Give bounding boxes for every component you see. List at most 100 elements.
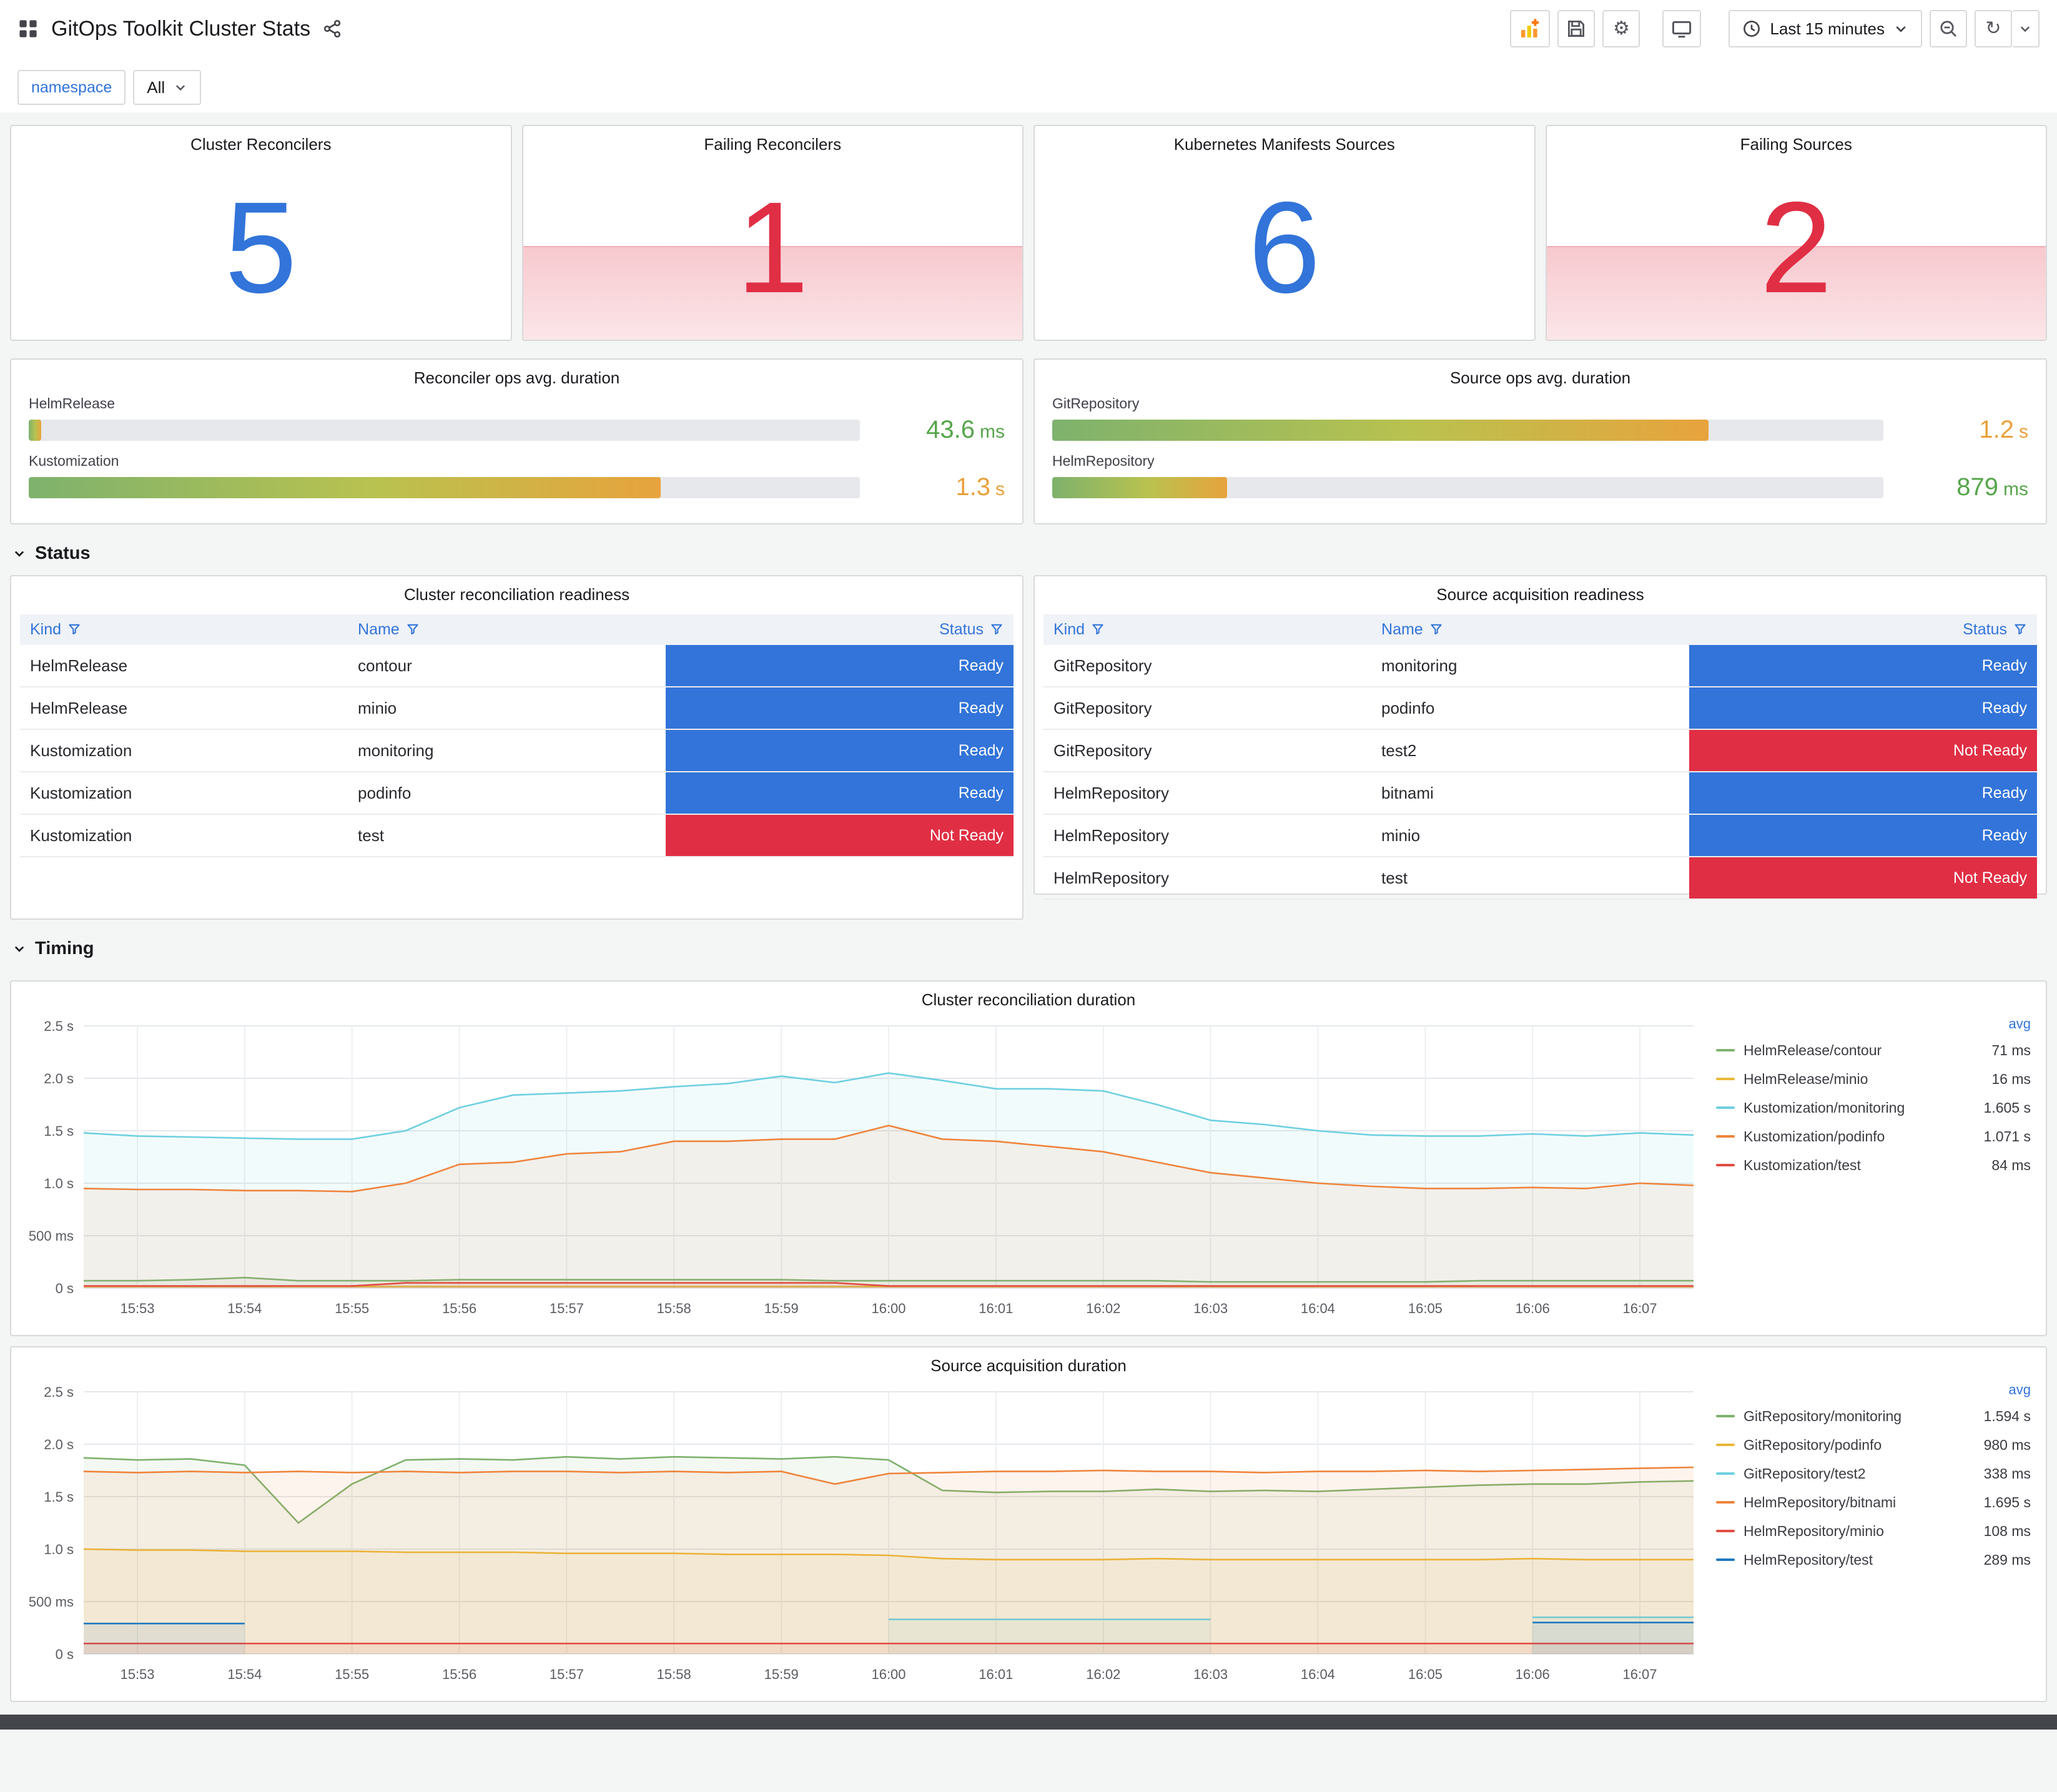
cell-kind: HelmRepository <box>1043 814 1372 857</box>
panel-title[interactable]: Cluster reconciliation duration <box>11 982 2046 1013</box>
legend-series-name[interactable]: HelmRelease/minio <box>1744 1071 1868 1088</box>
section-header-timing[interactable]: Timing <box>10 920 2047 970</box>
y-axis-label: 1.0 s <box>44 1542 74 1557</box>
panel-cluster-reconciliation-duration: Cluster reconciliation duration 0 s 500 m… <box>10 980 2047 1336</box>
panel-source-acquisition-duration: Source acquisition duration 0 s 500 ms 1.0… <box>10 1346 2047 1702</box>
status-badge: Ready <box>1689 772 2037 814</box>
x-axis-label: 15:59 <box>764 1301 799 1316</box>
legend-series-name[interactable]: HelmRepository/minio <box>1744 1523 1884 1540</box>
column-header-kind[interactable]: Kind <box>1043 614 1372 645</box>
panel-title[interactable]: Failing Sources <box>1547 126 2046 158</box>
cell-name: test <box>1371 857 1690 900</box>
stat-panel-failing-sources: Failing Sources 2 <box>1545 125 2047 341</box>
legend-series-name[interactable]: GitRepository/podinfo <box>1744 1437 1882 1454</box>
add-panel-button[interactable] <box>1510 10 1551 47</box>
time-range-picker[interactable]: Last 15 minutes <box>1729 10 1922 47</box>
time-series-plot[interactable]: 0 s 500 ms 1.0 s 1.5 s 2.0 s 2.5 s 15:53 15:54 1… <box>11 1013 1711 1323</box>
bar-gauge-row: HelmRelease 43.6 ms <box>29 395 1005 444</box>
x-axis-label: 15:58 <box>657 1301 691 1316</box>
x-axis-label: 16:03 <box>1193 1301 1228 1316</box>
cell-kind: Kustomization <box>20 814 348 857</box>
panel-title[interactable]: Kubernetes Manifests Sources <box>1035 126 1534 158</box>
legend-series-name[interactable]: Kustomization/monitoring <box>1744 1100 1905 1116</box>
column-header-kind[interactable]: Kind <box>20 614 348 645</box>
x-axis-label: 16:00 <box>871 1666 905 1682</box>
x-axis-label: 15:56 <box>442 1666 476 1682</box>
panel-title[interactable]: Cluster reconciliation readiness <box>11 576 1022 608</box>
cell-name: contour <box>348 645 666 687</box>
caret-down-icon <box>1893 21 1908 36</box>
share-icon[interactable] <box>323 19 342 38</box>
caret-down-icon <box>2020 26 2030 32</box>
legend-series-name[interactable]: GitRepository/test2 <box>1744 1465 1866 1482</box>
legend-row: HelmRepository/minio 108 ms <box>1716 1517 2031 1545</box>
legend-series-name[interactable]: Kustomization/test <box>1744 1157 1861 1174</box>
zoom-out-button[interactable] <box>1930 10 1967 47</box>
x-axis-label: 16:01 <box>979 1666 1013 1682</box>
cell-name: minio <box>1371 814 1690 857</box>
status-badge: Ready <box>666 730 1014 771</box>
variable-label-namespace: namespace <box>17 70 126 105</box>
y-axis-label: 1.5 s <box>44 1489 74 1505</box>
bar-gauge-label: HelmRepository <box>1052 453 1155 469</box>
table-row: HelmRepository minio Ready <box>1043 814 2037 857</box>
refresh-interval-dropdown[interactable] <box>2012 10 2040 47</box>
column-header-status[interactable]: Status <box>666 614 1014 645</box>
panel-title[interactable]: Source ops avg. duration <box>1035 360 2046 391</box>
panel-source-ops-duration: Source ops avg. duration GitRepository 1… <box>1033 358 2047 524</box>
legend-series-avg: 16 ms <box>1991 1070 2031 1087</box>
legend-series-color <box>1716 1415 1735 1417</box>
section-header-status[interactable]: Status <box>10 524 2047 575</box>
panel-reconciler-ops-duration: Reconciler ops avg. duration HelmRelease… <box>10 358 1024 524</box>
legend-series-name[interactable]: HelmRepository/bitnami <box>1744 1494 1896 1511</box>
x-axis-label: 15:57 <box>550 1301 584 1316</box>
panel-title[interactable]: Source acquisition duration <box>11 1347 2046 1379</box>
bar-gauge-value: 879 ms <box>1956 473 2028 501</box>
dashboard-settings-button[interactable]: ⚙ <box>1602 10 1640 47</box>
x-axis-label: 15:56 <box>442 1301 476 1316</box>
bar-gauge-fill <box>1052 419 1709 441</box>
x-axis-label: 16:05 <box>1408 1666 1443 1682</box>
legend-row: HelmRepository/bitnami 1.695 s <box>1716 1488 2031 1517</box>
panel-title[interactable]: Cluster Reconcilers <box>11 126 511 158</box>
stat-panel-kubernetes-manifests-sources: Kubernetes Manifests Sources 6 <box>1033 125 1536 341</box>
column-header-status[interactable]: Status <box>1689 614 2037 645</box>
refresh-button[interactable]: ↻ <box>1975 10 2012 47</box>
y-axis-label: 1.5 s <box>44 1123 74 1139</box>
chevron-down-icon <box>14 551 24 557</box>
panel-title[interactable]: Source acquisition readiness <box>1035 576 2046 608</box>
cycle-view-button[interactable] <box>1662 10 1702 47</box>
namespace-variable-dropdown[interactable]: All <box>133 70 202 105</box>
legend-series-name[interactable]: HelmRepository/test <box>1744 1552 1873 1568</box>
x-axis-label: 16:04 <box>1301 1301 1335 1316</box>
legend-series-name[interactable]: GitRepository/monitoring <box>1744 1408 1902 1425</box>
column-header-name[interactable]: Name <box>1371 614 1690 645</box>
legend-series-avg: 980 ms <box>1983 1436 2031 1453</box>
panel-title[interactable]: Reconciler ops avg. duration <box>11 360 1022 391</box>
legend-series-name[interactable]: Kustomization/podinfo <box>1744 1128 1885 1145</box>
stat-value: 2 <box>1760 175 1833 320</box>
save-dashboard-button[interactable] <box>1557 10 1596 47</box>
panel-cluster-reconciliation-readiness: Cluster reconciliation readiness Kind Nam… <box>10 575 1024 920</box>
dashboard-grid-icon[interactable] <box>17 18 39 39</box>
bar-gauge-fill <box>1052 476 1227 498</box>
table-row: Kustomization podinfo Ready <box>20 772 1014 815</box>
chevron-down-icon <box>14 946 24 952</box>
bottom-strip <box>0 1715 2057 1730</box>
legend-series-name[interactable]: HelmRelease/contour <box>1744 1042 1882 1059</box>
series-area <box>1532 1622 1694 1654</box>
bar-gauge-fill <box>29 476 661 498</box>
bar-gauge-track <box>1052 476 1883 498</box>
legend-row: GitRepository/test2 338 ms <box>1716 1459 2031 1488</box>
tv-icon <box>1672 21 1692 38</box>
x-axis-label: 16:06 <box>1516 1301 1550 1316</box>
time-series-plot[interactable]: 0 s 500 ms 1.0 s 1.5 s 2.0 s 2.5 s 15:53 15:54 1… <box>11 1379 1711 1689</box>
bar-gauge-label: Kustomization <box>29 453 119 469</box>
y-axis-label: 2.5 s <box>44 1384 74 1400</box>
column-header-name[interactable]: Name <box>348 614 666 645</box>
x-axis-label: 15:54 <box>227 1301 262 1316</box>
legend-row: GitRepository/monitoring 1.594 s <box>1716 1402 2031 1430</box>
panel-title[interactable]: Failing Reconcilers <box>523 126 1023 158</box>
variables-bar: namespace All <box>0 57 2057 112</box>
y-axis-label: 1.0 s <box>44 1176 74 1191</box>
